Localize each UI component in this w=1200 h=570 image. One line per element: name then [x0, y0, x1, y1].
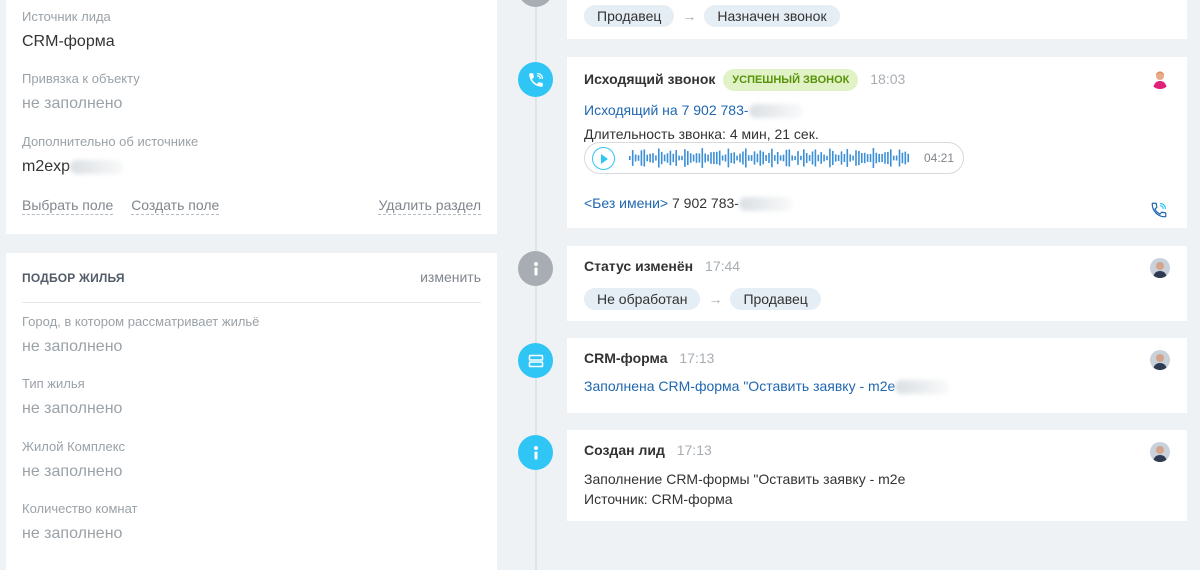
create-field-button[interactable]: Создать поле	[131, 197, 220, 215]
call-number-row: Исходящий на 7 902 783-	[584, 102, 803, 119]
entry-time: 17:44	[705, 258, 741, 274]
info-icon	[518, 0, 553, 7]
field-label: Жилой Комплекс	[22, 439, 126, 454]
field-value: не заполнено	[22, 95, 123, 112]
field-value: не заполнено	[22, 525, 123, 542]
lead-created-line1: Заполнение CRM-формы "Оставить заявку - …	[584, 471, 906, 487]
player-duration: 04:21	[923, 151, 954, 165]
call-entry: Исходящий звонок успешный звонок 18:03 И…	[567, 57, 1187, 228]
status-entry-top: Продавец → Назначен звонок	[567, 0, 1187, 39]
card-actions: Выбрать поле Создать поле Удалить раздел	[22, 197, 481, 215]
audio-waveform[interactable]	[629, 146, 911, 170]
lead-created-entry: Создан лид 17:13 Заполнение CRM-формы "О…	[567, 430, 1187, 521]
arrow-right-icon: →	[708, 291, 723, 307]
phone-call-icon	[518, 62, 553, 97]
field-value: не заполнено	[22, 338, 123, 355]
status-from-pill: Не обработан	[584, 288, 701, 310]
field-object-link[interactable]: Привязка к объекту не заполнено	[22, 71, 481, 114]
call-contact-row: <Без имени> 7 902 783-	[584, 195, 793, 212]
call-number-link[interactable]: Исходящий на 7 902 783-	[584, 102, 749, 118]
entry-header: Создан лид 17:13	[584, 442, 712, 458]
field-value: m2exp	[22, 158, 71, 175]
edit-section-button[interactable]: изменить	[420, 269, 481, 285]
delete-section-button[interactable]: Удалить раздел	[378, 197, 481, 215]
field-source-extra[interactable]: Дополнительно об источнике m2exp	[22, 134, 481, 177]
entry-header: CRM-форма 17:13	[584, 350, 714, 366]
field-label: Количество комнат	[22, 501, 138, 516]
entry-title: CRM-форма	[584, 350, 668, 366]
status-to-pill: Назначен звонок	[704, 5, 840, 27]
form-icon	[518, 343, 553, 378]
audio-player: 04:21	[584, 142, 964, 174]
select-field-button[interactable]: Выбрать поле	[22, 197, 114, 215]
status-from-pill: Продавец	[584, 5, 675, 27]
avatar[interactable]	[1150, 69, 1170, 89]
redacted-blur	[748, 104, 803, 119]
field-label: Город, в котором рассматривает жильё	[22, 314, 260, 329]
status-changed-entry: Статус изменён 17:44 Не обработан → Продав…	[567, 246, 1187, 321]
call-back-icon[interactable]	[1150, 201, 1168, 224]
status-change-row: Продавец → Назначен звонок	[584, 5, 840, 27]
field-label: Источник лида	[22, 9, 111, 24]
field-value-wrap: m2exp	[22, 157, 481, 177]
field-lead-source[interactable]: Источник лида CRM-форма	[22, 9, 481, 52]
source-card: Источник лида CRM-форма Привязка к объек…	[6, 0, 497, 234]
entry-time: 17:13	[676, 442, 712, 458]
avatar[interactable]	[1150, 350, 1170, 370]
field-residential-complex[interactable]: Жилой Комплекс не заполнено	[22, 439, 481, 482]
redacted-blur	[895, 380, 950, 395]
info-icon	[518, 435, 553, 470]
info-icon	[518, 251, 553, 286]
housing-card: ПОДБОР ЖИЛЬЯ изменить Город, в котором р…	[6, 253, 497, 570]
avatar[interactable]	[1150, 442, 1170, 462]
field-label: Привязка к объекту	[22, 71, 140, 86]
status-to-pill: Продавец	[730, 288, 821, 310]
entry-title: Статус изменён	[584, 258, 694, 274]
crm-form-link[interactable]: Заполнена CRM-форма "Оставить заявку - m…	[584, 378, 895, 394]
avatar[interactable]	[1150, 258, 1170, 278]
entry-time: 18:03	[870, 71, 906, 87]
entry-header: Исходящий звонок успешный звонок 18:03	[584, 69, 905, 91]
field-city[interactable]: Город, в котором рассматривает жильё не …	[22, 314, 481, 357]
crm-form-row: Заполнена CRM-форма "Оставить заявку - m…	[584, 378, 950, 395]
redacted-blur	[70, 159, 125, 174]
field-value: не заполнено	[22, 400, 123, 417]
field-housing-type[interactable]: Тип жилья не заполнено	[22, 376, 481, 419]
call-duration: Длительность звонка: 4 мин, 21 сек.	[584, 126, 819, 142]
field-value: CRM-форма	[22, 33, 115, 50]
arrow-right-icon: →	[682, 8, 697, 24]
contact-number: 7 902 783-	[668, 195, 739, 211]
section-header: ПОДБОР ЖИЛЬЯ изменить	[22, 269, 481, 303]
entry-title: Исходящий звонок	[584, 71, 716, 87]
field-rooms-count[interactable]: Количество комнат не заполнено	[22, 501, 481, 544]
crm-form-entry: CRM-форма 17:13 Заполнена CRM-форма "Ост…	[567, 338, 1187, 413]
status-change-row: Не обработан → Продавец	[584, 288, 821, 310]
field-label: Дополнительно об источнике	[22, 134, 199, 149]
entry-title: Создан лид	[584, 442, 665, 458]
entry-header: Статус изменён 17:44	[584, 258, 740, 274]
redacted-blur	[738, 197, 793, 212]
status-badge: успешный звонок	[723, 69, 859, 91]
entry-time: 17:13	[679, 350, 715, 366]
play-icon[interactable]	[592, 147, 615, 170]
left-column: Источник лида CRM-форма Привязка к объек…	[0, 0, 497, 570]
contact-name-link[interactable]: <Без имени>	[584, 195, 668, 211]
lead-created-line2: Источник: CRM-форма	[584, 491, 733, 507]
field-value: не заполнено	[22, 463, 123, 480]
section-title: ПОДБОР ЖИЛЬЯ	[22, 271, 125, 285]
field-label: Тип жилья	[22, 376, 85, 391]
